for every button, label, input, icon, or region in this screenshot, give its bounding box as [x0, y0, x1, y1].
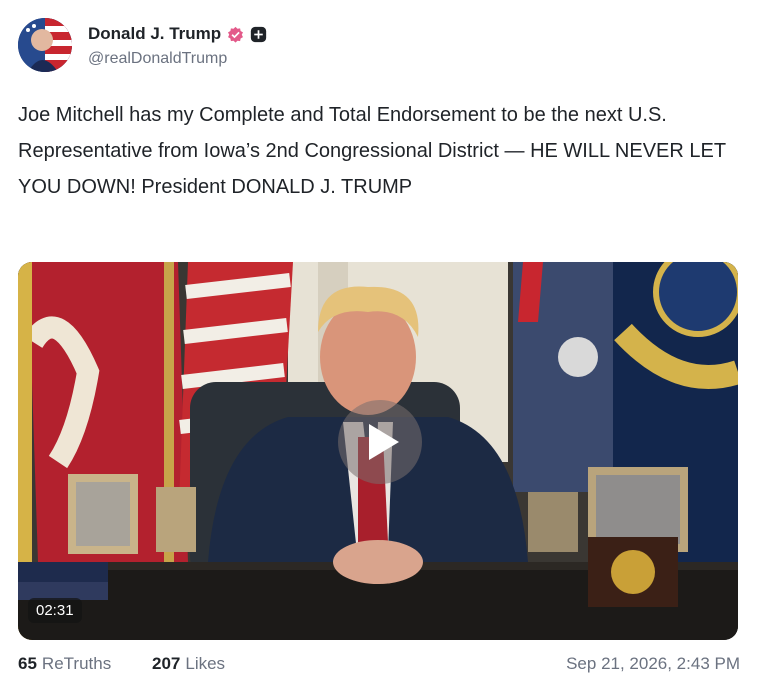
likes-stat[interactable]: 207 Likes — [152, 654, 225, 674]
display-name[interactable]: Donald J. Trump — [88, 24, 221, 44]
likes-count: 207 — [152, 654, 181, 673]
post-text: Joe Mitchell has my Complete and Total E… — [18, 104, 726, 198]
post-header: Donald J. Trump @realDonaldTrump — [18, 18, 738, 74]
post-timestamp[interactable]: Sep 21, 2026, 2:43 PM — [566, 654, 740, 674]
verified-badge-icon — [227, 26, 244, 43]
retruths-stat[interactable]: 65 ReTruths — [18, 654, 111, 674]
video-player[interactable]: 02:31 — [18, 262, 738, 640]
play-icon — [369, 424, 399, 460]
plus-icon[interactable] — [250, 26, 267, 43]
retruths-label: ReTruths — [41, 654, 112, 673]
video-duration: 02:31 — [28, 598, 82, 623]
post-footer: 65 ReTruths 207 Likes Sep 21, 2026, 2:43 P… — [18, 654, 740, 680]
handle[interactable]: @realDonaldTrump — [88, 50, 227, 68]
avatar[interactable] — [18, 18, 72, 72]
play-button[interactable] — [338, 400, 422, 484]
retruths-count: 65 — [18, 654, 37, 673]
likes-label: Likes — [185, 654, 226, 673]
